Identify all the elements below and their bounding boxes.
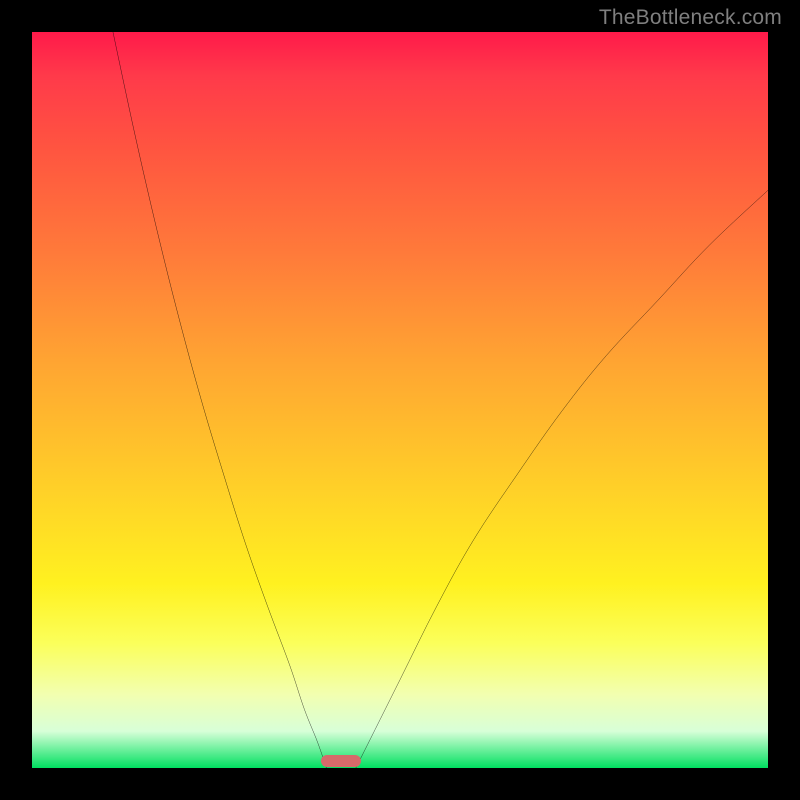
plot-area bbox=[32, 32, 768, 768]
curve-right-branch bbox=[356, 190, 768, 768]
optimal-marker bbox=[321, 755, 361, 767]
curve-left-branch bbox=[113, 32, 326, 768]
watermark-text: TheBottleneck.com bbox=[599, 6, 782, 30]
bottleneck-curve bbox=[32, 32, 768, 768]
chart-frame: TheBottleneck.com bbox=[0, 0, 800, 800]
